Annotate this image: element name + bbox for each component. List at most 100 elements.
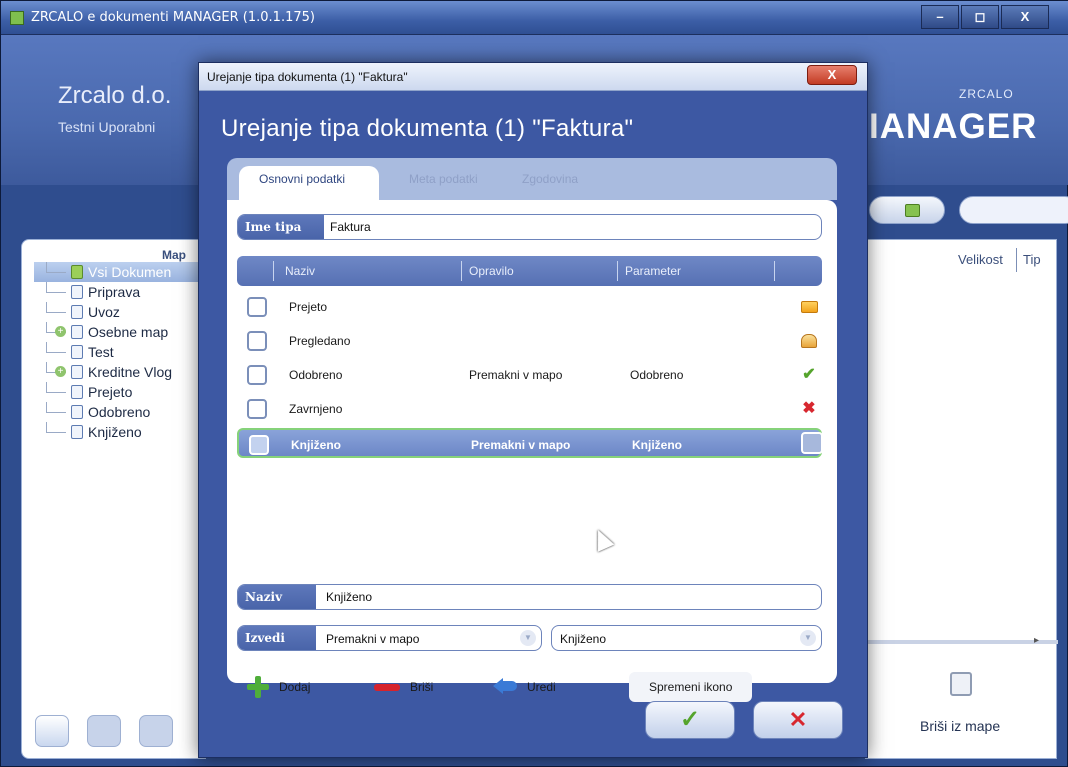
cell-parameter: Odobreno (630, 368, 684, 382)
row-checkbox[interactable] (247, 297, 267, 317)
plus-icon (247, 676, 269, 698)
ok-button[interactable]: ✓ (645, 701, 735, 739)
edit-label: Uredi (527, 680, 556, 694)
folder-tree-label: Test (88, 344, 114, 360)
delete-button[interactable]: Briši (374, 670, 433, 704)
cell-name: Zavrnjeno (289, 402, 343, 416)
row-checkbox[interactable] (247, 331, 267, 351)
type-name-input[interactable] (330, 217, 810, 237)
folder-tree-item[interactable]: + Kreditne Vlog (34, 362, 209, 382)
states-table-row[interactable]: Knjiženo Premakni v mapo Knjiženo (237, 428, 823, 458)
folder-view-button[interactable] (869, 196, 945, 224)
restore-button[interactable]: ◻ (961, 5, 999, 29)
tree-branch-line (46, 282, 66, 293)
add-button[interactable]: Dodaj (247, 670, 310, 704)
horizontal-scrollbar[interactable] (866, 640, 1058, 644)
states-table-row[interactable]: Odobreno Premakni v mapo Odobreno ✔ (237, 360, 822, 390)
search-input[interactable] (959, 196, 1068, 224)
folder-tree-item[interactable]: Uvoz (34, 302, 209, 322)
dialog-content-panel: Osnovni podatki Meta podatki Zgodovina I… (227, 158, 837, 702)
parameter-select[interactable]: Knjiženo ▼ (551, 625, 822, 651)
folder-tree-item[interactable]: Priprava (34, 282, 209, 302)
window-close-button[interactable]: X (1001, 5, 1049, 29)
scroll-right-arrow-icon[interactable]: ▸ (1034, 635, 1039, 646)
states-table-row[interactable]: Zavrnjeno ✖ (237, 394, 822, 424)
execute-action-select[interactable]: Izvedi Premakni v mapo ▼ (237, 625, 542, 651)
column-task[interactable]: Opravilo (469, 264, 514, 278)
row-checkbox[interactable] (247, 399, 267, 419)
folder-icon (71, 365, 83, 379)
dialog-tabs: Osnovni podatki Meta podatki Zgodovina (227, 158, 837, 200)
row-checkbox[interactable] (247, 365, 267, 385)
expand-icon[interactable]: + (55, 366, 66, 377)
cell-parameter: Knjiženo (632, 438, 682, 452)
folder-tree-label: Osebne map (88, 324, 169, 340)
dialog-close-button[interactable]: X (807, 65, 857, 85)
folder-icon (905, 204, 920, 217)
tab-basic-data[interactable]: Osnovni podatki (259, 172, 345, 186)
minimize-button[interactable]: – (921, 5, 959, 29)
cancel-button[interactable]: ✕ (753, 701, 843, 739)
row-checkbox[interactable] (249, 435, 269, 455)
copy-document-icon[interactable] (87, 715, 121, 747)
remove-from-folder-icon[interactable] (950, 672, 972, 696)
folders-panel: Map Vsi Dokumen Priprava Uvoz + Osebne map Te… (21, 239, 209, 759)
folders-title: Map (162, 248, 186, 262)
cell-task: Premakni v mapo (469, 368, 563, 382)
new-document-icon[interactable] (35, 715, 69, 747)
tab-history[interactable]: Zgodovina (522, 172, 578, 186)
parameter-value: Knjiženo (560, 632, 607, 646)
change-icon-button[interactable]: Spremeni ikono (629, 670, 753, 704)
column-separator (1016, 248, 1017, 272)
execute-label: Izvedi (238, 626, 316, 650)
column-separator (273, 261, 274, 281)
chevron-down-icon[interactable]: ▼ (800, 630, 816, 646)
states-table-header: Naziv Opravilo Parameter (237, 256, 822, 286)
documents-column-headers: Velikost Tip (866, 248, 1058, 272)
brand-small: ZRCALO (959, 87, 1014, 101)
open-envelope-icon (799, 331, 819, 351)
column-name[interactable]: Naziv (285, 264, 315, 278)
column-type[interactable]: Tip (1023, 252, 1041, 267)
state-actions: Dodaj Briši Uredi Spremeni ikono (247, 670, 807, 704)
expand-icon[interactable]: + (55, 326, 66, 337)
column-separator (461, 261, 462, 281)
remove-from-folder-label[interactable]: Briši iz mape (920, 718, 1000, 734)
folder-tree-item[interactable]: Prejeto (34, 382, 209, 402)
tree-branch-line (46, 262, 66, 273)
tree-branch-line (46, 422, 66, 433)
states-table-row[interactable]: Pregledano (237, 326, 822, 356)
return-arrow-icon (493, 678, 517, 696)
execute-action-value: Premakni v mapo (326, 632, 420, 646)
state-name-field: Naziv (237, 584, 822, 610)
column-parameter[interactable]: Parameter (625, 264, 681, 278)
checkmark-icon: ✔ (802, 366, 816, 383)
chevron-down-icon[interactable]: ▼ (520, 630, 536, 646)
column-separator (774, 261, 775, 281)
folder-tree-item[interactable]: Test (34, 342, 209, 362)
edit-button[interactable]: Uredi (493, 670, 556, 704)
cell-name: Prejeto (289, 300, 328, 314)
user-name: Testni Uporabni (58, 119, 156, 135)
folder-tree-label: Knjiženo (88, 424, 142, 440)
folder-icon (71, 385, 83, 399)
folder-tree-label: Odobreno (88, 404, 151, 420)
folder-tree-item[interactable]: + Osebne map (34, 322, 209, 342)
folder-tree-item[interactable]: Knjiženo (34, 422, 209, 442)
edit-document-type-dialog: Urejanje tipa dokumenta (1) "Faktura" X … (198, 62, 868, 758)
tab-content: Ime tipa Naziv Opravilo Parameter Prejet… (227, 200, 837, 702)
cell-name: Knjiženo (291, 438, 341, 452)
column-size[interactable]: Velikost (958, 252, 1003, 267)
folder-tree-item[interactable]: Odobreno (34, 402, 209, 422)
state-name-input[interactable] (326, 587, 806, 607)
folder-tree-label: Prejeto (88, 384, 133, 400)
folder-tree-label: Uvoz (88, 304, 120, 320)
folder-tree-item[interactable]: Vsi Dokumen (34, 262, 209, 282)
folder-icon (71, 285, 83, 299)
tab-meta-data[interactable]: Meta podatki (409, 172, 478, 186)
folder-icon (71, 305, 83, 319)
column-separator (617, 261, 618, 281)
cell-name: Pregledano (289, 334, 351, 348)
document-action-icon[interactable] (139, 715, 173, 747)
states-table-row[interactable]: Prejeto (237, 292, 822, 322)
